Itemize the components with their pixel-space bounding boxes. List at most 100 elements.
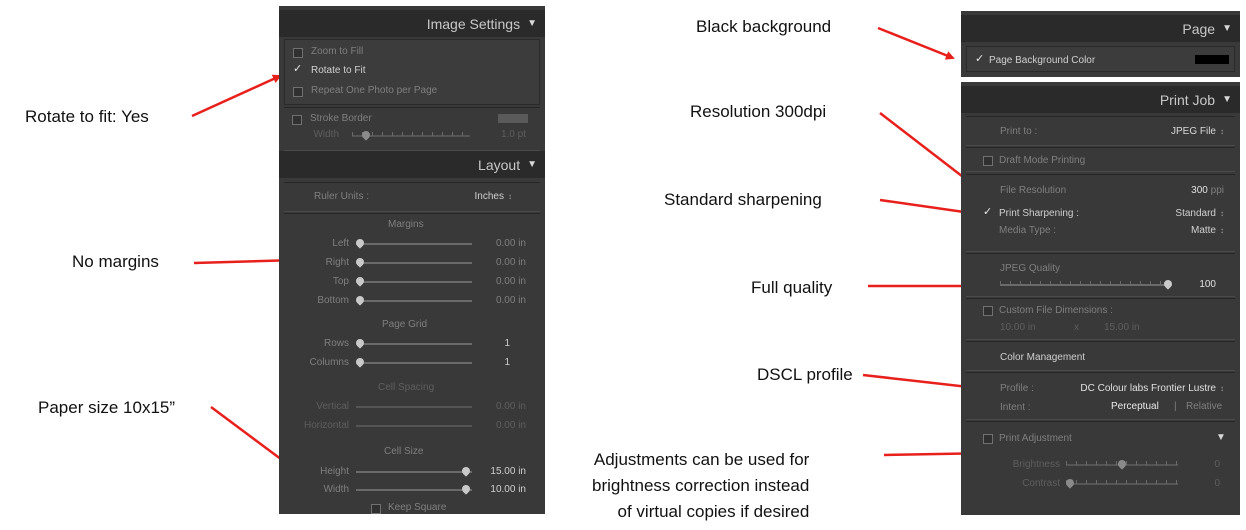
print-sharpening-label: Print Sharpening : [999, 208, 1080, 219]
profile-value: DC Colour labs Frontier Lustre [1080, 383, 1216, 394]
rows-value: 1 [504, 338, 510, 349]
cell-width-value: 10.00 in [490, 484, 526, 495]
rows-slider[interactable] [356, 343, 472, 345]
ruler-units-select[interactable]: Inches ↕ [434, 191, 512, 202]
columns-thumb[interactable] [354, 356, 366, 368]
print-adjustment-label: Print Adjustment [999, 433, 1072, 444]
custom-dims-section: Custom File Dimensions : 10.00 in x 15.0… [966, 298, 1235, 340]
print-to-value: JPEG File [1170, 126, 1216, 137]
margin-right-thumb[interactable] [354, 256, 366, 268]
print-sharpening-value: Standard [1175, 208, 1216, 219]
draft-mode-row: Draft Mode Printing [966, 147, 1235, 172]
print-adjustment-section: Print Adjustment ▼ Brightness 0 Contrast… [966, 421, 1235, 515]
margin-top-thumb[interactable] [354, 275, 366, 287]
stroke-color-swatch[interactable] [498, 114, 528, 123]
repeat-one-photo-checkbox[interactable] [293, 87, 303, 97]
rows-label: Rows [323, 338, 349, 349]
custom-width-unit: in [1027, 322, 1036, 333]
collapse-triangle-icon: ▼ [527, 18, 537, 29]
media-type-select[interactable]: Matte ↕ [1126, 225, 1224, 236]
intent-perceptual-option[interactable]: Perceptual [1111, 401, 1159, 412]
custom-height-value: 15.00 [1104, 322, 1130, 333]
arrow-sharpening [879, 198, 973, 217]
cell-width-thumb[interactable] [460, 483, 472, 495]
zoom-to-fill-label: Zoom to Fill [311, 46, 364, 57]
custom-dims-checkbox[interactable] [983, 306, 993, 316]
expand-triangle-icon[interactable]: ▼ [1216, 432, 1226, 443]
custom-dims-label: Custom File Dimensions : [999, 305, 1113, 316]
resolution-sharpening-section: File Resolution 300 ppi ✓ Print Sharpeni… [966, 174, 1235, 252]
rows-thumb[interactable] [354, 337, 366, 349]
ruler-units-row: Ruler Units : Inches ↕ [284, 182, 540, 212]
print-job-header[interactable]: Print Job ▼ [961, 86, 1240, 113]
margin-bottom-slider[interactable] [356, 300, 472, 302]
print-sharpening-select[interactable]: Standard ↕ [1126, 208, 1224, 219]
horizontal-spacing-label: Horizontal [303, 420, 349, 431]
ruler-units-value: Inches [474, 191, 504, 202]
file-resolution-field[interactable]: 300 ppi [1136, 185, 1224, 196]
cell-width-slider[interactable] [356, 489, 472, 491]
image-settings-title: Image Settings [426, 15, 521, 32]
margin-left-label: Left [332, 238, 349, 249]
draft-mode-label: Draft Mode Printing [999, 155, 1086, 166]
zoom-to-fill-checkbox[interactable] [293, 48, 303, 58]
page-bg-label: Page Background Color [989, 55, 1096, 66]
draft-mode-checkbox[interactable] [983, 156, 993, 166]
contrast-ticks [1066, 480, 1178, 484]
print-to-select[interactable]: JPEG File ↕ [1126, 126, 1224, 137]
brightness-label: Brightness [1012, 459, 1060, 470]
rotate-to-fit-check-icon[interactable]: ✓ [293, 62, 302, 75]
intent-relative-option[interactable]: Relative [1186, 401, 1222, 412]
page-bg-check-icon[interactable]: ✓ [975, 52, 984, 65]
custom-width-field[interactable]: 10.00 in [1000, 322, 1036, 333]
print-job-panel: Print Job ▼ Print to : JPEG File ↕ Draft … [961, 82, 1240, 515]
horizontal-spacing-slider[interactable] [356, 425, 472, 427]
cell-height-value: 15.00 in [490, 466, 526, 477]
stroke-width-value: 1.0 pt [500, 129, 526, 140]
contrast-value: 0 [1214, 478, 1220, 489]
vertical-spacing-slider[interactable] [356, 406, 472, 408]
columns-slider[interactable] [356, 362, 472, 364]
file-resolution-unit: ppi [1210, 185, 1224, 196]
profile-label: Profile : [1000, 383, 1034, 394]
margin-left-thumb[interactable] [354, 237, 366, 249]
cell-width-label: Width [323, 484, 349, 495]
margin-bottom-value: 0.00 in [495, 295, 526, 306]
print-adjustment-checkbox[interactable] [983, 434, 993, 444]
print-to-row: Print to : JPEG File ↕ [966, 116, 1235, 146]
margin-left-slider[interactable] [356, 243, 472, 245]
layout-header[interactable]: Layout ▼ [279, 151, 545, 178]
custom-height-field[interactable]: 15.00 in [1104, 322, 1140, 333]
cell-size-heading: Cell Size [384, 446, 424, 457]
image-settings-header[interactable]: Image Settings ▼ [279, 10, 545, 37]
color-management-heading-row: Color Management [966, 341, 1235, 371]
cell-height-thumb[interactable] [460, 465, 472, 477]
margin-bottom-thumb[interactable] [354, 294, 366, 306]
stroke-border-checkbox[interactable] [292, 115, 302, 125]
collapse-triangle-icon: ▼ [1222, 23, 1232, 34]
arrow-black-background [877, 26, 955, 60]
rotate-to-fit-label: Rotate to Fit [311, 65, 366, 76]
file-resolution-value: 300 [1191, 185, 1208, 196]
spinner-arrows-icon: ↕ [508, 192, 512, 201]
page-panel: Page ▼ ✓ Page Background Color [961, 11, 1240, 77]
page-bg-color-swatch[interactable] [1195, 55, 1229, 64]
stroke-width-label: Width [313, 129, 339, 140]
profile-select[interactable]: DC Colour labs Frontier Lustre ↕ [1046, 383, 1224, 394]
custom-height-unit: in [1131, 322, 1140, 333]
cell-height-label: Height [320, 466, 349, 477]
layout-title: Layout [478, 156, 521, 173]
print-sharpening-check-icon[interactable]: ✓ [983, 205, 992, 218]
keep-square-checkbox[interactable] [371, 504, 381, 514]
margin-right-slider[interactable] [356, 262, 472, 264]
custom-width-value: 10.00 [1000, 322, 1026, 333]
margin-top-slider[interactable] [356, 281, 472, 283]
contrast-label: Contrast [1022, 478, 1060, 489]
page-header[interactable]: Page ▼ [961, 15, 1240, 42]
print-job-title: Print Job [1159, 91, 1216, 108]
margin-bottom-label: Bottom [317, 295, 349, 306]
spinner-arrows-icon: ↕ [1220, 384, 1224, 393]
cell-height-slider[interactable] [356, 471, 472, 473]
print-to-label: Print to : [1000, 126, 1038, 137]
cell-spacing-heading: Cell Spacing [378, 382, 435, 393]
